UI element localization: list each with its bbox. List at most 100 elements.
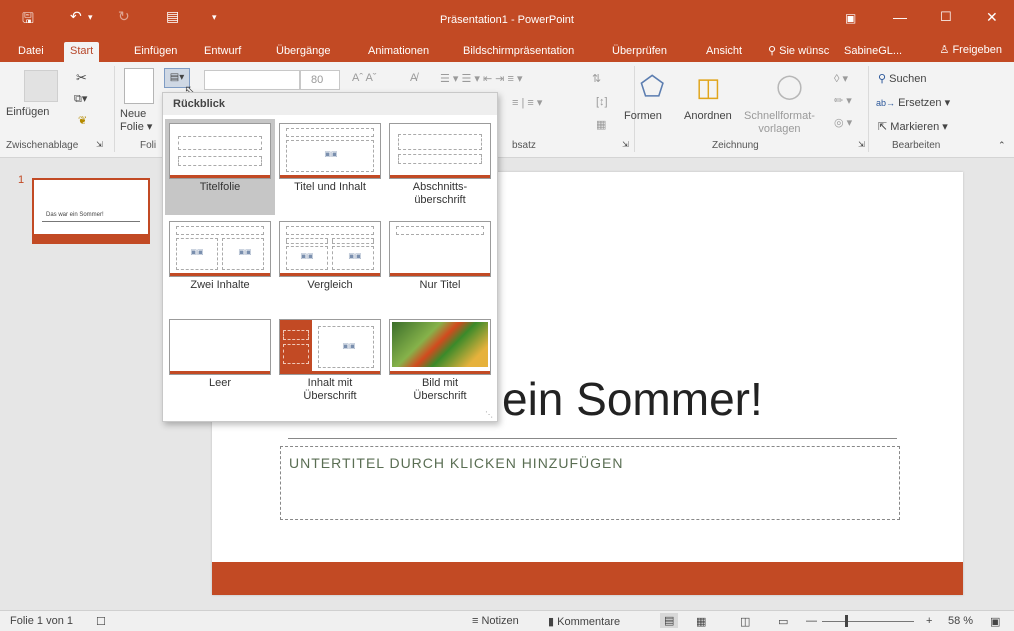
layout-thumbnail: [389, 123, 491, 179]
slide-sorter-icon[interactable]: ▦: [696, 615, 706, 628]
new-slide-button[interactable]: Neue Folie ▾: [120, 108, 152, 134]
replace-icon: ab→: [876, 98, 896, 108]
select-button[interactable]: ⇱ Markieren ▾: [878, 120, 948, 133]
layout-name-line: überschrift: [414, 194, 466, 206]
font-name-input[interactable]: [204, 70, 300, 90]
bullets-icon[interactable]: ☰ ▾ ☰ ▾ ⇤ ⇥ ≡ ▾: [440, 72, 523, 85]
tab-animationen[interactable]: Animationen: [362, 42, 435, 62]
clear-format-icon[interactable]: A̸: [410, 72, 417, 84]
tab-einfuegen[interactable]: Einfügen: [128, 42, 183, 62]
clipboard-launcher-icon[interactable]: ⇲: [96, 140, 103, 149]
replace-button[interactable]: ab→ Ersetzen ▾: [876, 96, 950, 109]
tab-uebergaenge[interactable]: Übergänge: [270, 42, 336, 62]
layout-name-line: Abschnitts-: [412, 181, 468, 193]
layout-name: Leer: [208, 377, 232, 389]
slide-thumbnail[interactable]: Das war ein Sommer!: [32, 178, 150, 244]
ribbon-display-options-icon[interactable]: ▣: [845, 11, 856, 25]
editing-group-label: Bearbeiten: [892, 140, 941, 151]
tab-bildschirmpraesentation[interactable]: Bildschirmpräsentation: [457, 42, 580, 62]
text-direction-icon[interactable]: ⇅: [592, 72, 601, 85]
layout-thumbnail: ▣▣: [279, 123, 381, 179]
user-account[interactable]: SabineGL...: [838, 42, 908, 62]
resize-grip-icon[interactable]: ⋱: [485, 410, 493, 419]
quick-styles-label-2: vorlagen: [758, 123, 801, 135]
tab-start[interactable]: Start: [64, 42, 100, 62]
zoom-slider-track[interactable]: [822, 621, 914, 622]
copy-icon[interactable]: ⧉▾: [74, 92, 87, 106]
reading-view-icon[interactable]: ◫: [740, 615, 750, 628]
tab-datei[interactable]: Datei: [12, 42, 50, 62]
subtitle-placeholder[interactable]: UNTERTITEL DURCH KLICKEN HINZUFÜGEN: [280, 446, 900, 520]
paragraph-launcher-icon[interactable]: ⇲: [622, 140, 629, 149]
quick-styles-icon: ◯: [776, 73, 803, 100]
layout-thumbnail: ▣▣ ▣▣: [169, 221, 271, 277]
layout-name: Zwei Inhalte: [190, 279, 250, 291]
paste-button[interactable]: Einfügen: [6, 106, 49, 119]
align-text-icon[interactable]: [↕]: [596, 96, 608, 108]
layout-zwei-inhalte[interactable]: ▣▣ ▣▣ Zwei Inhalte: [165, 217, 275, 313]
zoom-in-icon[interactable]: +: [926, 615, 932, 627]
comments-label: Kommentare: [557, 616, 621, 628]
shapes-icon: ⬠: [640, 71, 665, 102]
shape-effects-icon[interactable]: ◎ ▾: [834, 116, 852, 129]
slideshow-view-icon[interactable]: ▭: [778, 615, 788, 628]
subtitle-placeholder-text: UNTERTITEL DURCH KLICKEN HINZUFÜGEN: [289, 455, 624, 471]
maximize-icon[interactable]: ☐: [940, 9, 952, 25]
slide-title[interactable]: ein Sommer!: [502, 372, 763, 426]
layout-bild-mit-ueberschrift[interactable]: Bild mit Überschrift: [385, 315, 495, 411]
arrange-button[interactable]: Anordnen: [684, 110, 732, 123]
select-label: Markieren: [890, 121, 940, 133]
layout-name-line: Überschrift: [413, 390, 467, 402]
layout-titelfolie[interactable]: Titelfolie: [165, 119, 275, 215]
layout-name: Nur Titel: [419, 279, 461, 291]
find-button[interactable]: ⚲ Suchen: [878, 72, 926, 85]
shape-fill-icon[interactable]: ◊ ▾: [834, 72, 848, 85]
tab-ansicht[interactable]: Ansicht: [700, 42, 748, 62]
quick-styles-button[interactable]: Schnellformat- vorlagen: [744, 110, 815, 136]
clipboard-group-label: Zwischenablage: [6, 140, 79, 151]
layout-abschnittsueberschrift[interactable]: Abschnitts-überschrift: [385, 119, 495, 215]
layout-thumbnail: [169, 319, 271, 375]
comments-button[interactable]: ▮ Kommentare: [548, 615, 620, 628]
layout-titel-und-inhalt[interactable]: ▣▣ Titel und Inhalt: [275, 119, 385, 215]
close-icon[interactable]: ✕: [986, 9, 998, 26]
layout-name-line: Bild mit: [421, 377, 459, 389]
shape-outline-icon[interactable]: ✏ ▾: [834, 94, 852, 107]
collapse-ribbon-icon[interactable]: ⌃: [998, 140, 1006, 151]
drawing-launcher-icon[interactable]: ⇲: [858, 140, 865, 149]
shapes-button[interactable]: Formen: [624, 110, 662, 123]
tab-entwurf[interactable]: Entwurf: [198, 42, 247, 62]
normal-view-icon[interactable]: ▤: [660, 613, 679, 628]
tell-me-search[interactable]: ⚲ Sie wünsc: [762, 42, 835, 62]
window-title: Präsentation1 - PowerPoint: [440, 14, 574, 26]
thumbnail-number: 1: [18, 174, 25, 186]
chevron-down-icon: ▾: [942, 121, 948, 133]
zoom-out-icon[interactable]: —: [806, 615, 817, 627]
slide-title-underline: [288, 438, 897, 439]
layout-leer[interactable]: Leer: [165, 315, 275, 411]
share-button[interactable]: ♙ Freigeben: [934, 41, 1008, 61]
fit-to-window-icon[interactable]: ▣: [990, 615, 1000, 628]
layout-name: Bild mit Überschrift: [385, 377, 495, 403]
layout-name: Vergleich: [307, 279, 353, 291]
layout-name-line: Inhalt mit: [307, 377, 353, 389]
smartart-icon[interactable]: ▦: [596, 118, 606, 131]
notes-button[interactable]: ≡ Notizen: [472, 615, 519, 627]
font-size-input[interactable]: 80: [300, 70, 340, 90]
layout-nur-titel[interactable]: Nur Titel: [385, 217, 495, 313]
align-icon[interactable]: ≡ | ≡ ▾: [512, 96, 542, 109]
cut-icon[interactable]: ✂: [76, 70, 87, 86]
tab-ueberpruefen[interactable]: Überprüfen: [606, 42, 673, 62]
layout-vergleich[interactable]: ▣▣ ▣▣ Vergleich: [275, 217, 385, 313]
picture-placeholder-image: [392, 322, 488, 367]
zoom-slider-thumb[interactable]: [845, 615, 848, 627]
layout-inhalt-mit-ueberschrift[interactable]: ▣▣ Inhalt mit Überschrift: [275, 315, 385, 411]
format-painter-icon[interactable]: ❦: [78, 114, 87, 127]
spellcheck-icon[interactable]: ☐: [96, 615, 106, 628]
grow-font-icon[interactable]: Aˆ Aˇ: [352, 72, 376, 84]
layout-dropdown: Rückblick Titelfolie ▣▣ Titel und Inhalt…: [162, 92, 498, 422]
slides-group-label: Foli: [140, 140, 157, 151]
layout-name: Inhalt mit Überschrift: [275, 377, 385, 403]
minimize-icon[interactable]: —: [893, 9, 907, 25]
zoom-level[interactable]: 58 %: [948, 615, 973, 627]
